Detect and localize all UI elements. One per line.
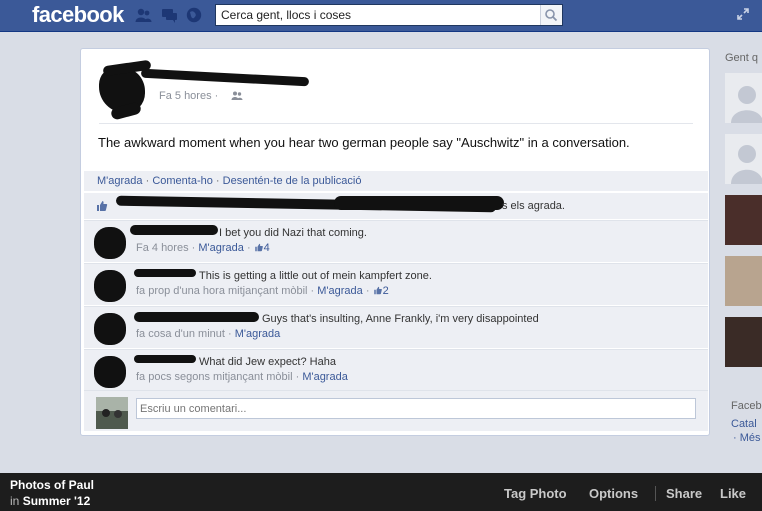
top-bar: facebook (0, 0, 762, 32)
comment-item: What did Jew expect? Haha fa pocs segons… (84, 350, 708, 391)
sidebar-language-link[interactable]: Catal (731, 418, 757, 430)
comment-timestamp[interactable]: fa cosa d'un minut (136, 328, 225, 340)
comment-item: Guys that's insulting, Anne Frankly, i'm… (84, 307, 708, 348)
comment-text: I bet you did Nazi that coming. (219, 227, 367, 239)
unfollow-post-link[interactable]: Desentén-te de la publicació (223, 175, 362, 187)
comment-post-link[interactable]: Comenta-ho (152, 175, 213, 187)
sidebar-avatar[interactable] (725, 134, 762, 184)
commenter-avatar[interactable] (94, 227, 126, 259)
like-thumb-icon (254, 243, 263, 252)
like-post-link[interactable]: M'agrada (97, 175, 143, 187)
like-thumb-icon (97, 201, 108, 211)
expand-icon[interactable] (736, 7, 750, 21)
commenter-name-redacted (134, 269, 196, 277)
comment-text: What did Jew expect? Haha (199, 356, 336, 368)
commenter-avatar[interactable] (94, 356, 126, 388)
post-timestamp[interactable]: Fa 5 hores · (159, 90, 218, 102)
likes-summary: s els agrada. (84, 193, 708, 219)
comment-text: Guys that's insulting, Anne Frankly, i'm… (262, 313, 539, 325)
photo-viewer-bar: Photos of Paul in Summer '12 Tag Photo O… (0, 473, 762, 511)
search-icon (545, 9, 558, 22)
sidebar-photo[interactable] (725, 195, 762, 245)
comment-like-link[interactable]: M'agrada (235, 328, 281, 340)
author-name-redacted (140, 68, 310, 87)
comment-like-link[interactable]: M'agrada (302, 371, 348, 383)
write-comment-row (84, 391, 708, 431)
comment-like-link[interactable]: M'agrada (198, 242, 244, 254)
friend-requests-icon[interactable] (135, 7, 152, 23)
notifications-icon[interactable] (186, 7, 203, 23)
commenter-name-redacted (134, 312, 259, 322)
post-actions-bar: M'agrada · Comenta-ho · Desentén-te de l… (84, 171, 708, 191)
redaction-mark (334, 196, 504, 210)
sidebar-photo[interactable] (725, 256, 762, 306)
comment-timestamp[interactable]: Fa 4 hores (136, 242, 189, 254)
sidebar-footer-title: Faceb (731, 400, 762, 412)
search-box (215, 4, 563, 26)
like-photo-button[interactable]: Like (720, 486, 746, 501)
comment-item: This is getting a little out of mein kam… (84, 264, 708, 305)
divider (655, 486, 656, 501)
comment-item: I bet you did Nazi that coming. Fa 4 hor… (84, 221, 708, 262)
comment-like-count[interactable]: 2 (373, 285, 389, 297)
photo-owner-title[interactable]: Photos of Paul (10, 478, 94, 492)
comment-timestamp[interactable]: fa prop d'una hora mitjançant mòbil (136, 285, 307, 297)
post-card: Fa 5 hores · The awkward moment when you… (80, 48, 710, 436)
current-user-avatar[interactable] (96, 397, 128, 429)
post-message: The awkward moment when you hear two ger… (98, 135, 630, 150)
search-button[interactable] (540, 5, 562, 25)
album-link[interactable]: Summer '12 (23, 494, 91, 508)
commenter-name-redacted (130, 225, 218, 235)
sidebar-photo[interactable] (725, 317, 762, 367)
commenter-name-redacted (134, 355, 196, 363)
options-button[interactable]: Options (589, 486, 638, 501)
comment-like-count[interactable]: 4 (254, 242, 270, 254)
comment-input[interactable] (136, 398, 696, 419)
comment-timestamp[interactable]: fa pocs segons mitjançant mòbil (136, 371, 293, 383)
like-thumb-icon (373, 286, 382, 295)
facebook-logo[interactable]: facebook (32, 2, 124, 28)
sidebar-title: Gent q (725, 52, 759, 64)
album-line: in Summer '12 (10, 494, 91, 508)
comment-like-link[interactable]: M'agrada (317, 285, 363, 297)
comment-text: This is getting a little out of mein kam… (199, 270, 432, 282)
messages-icon[interactable] (161, 7, 178, 23)
likes-suffix: s els agrada. (502, 200, 565, 212)
share-button[interactable]: Share (666, 486, 702, 501)
commenter-avatar[interactable] (94, 313, 126, 345)
divider (99, 123, 693, 124)
sidebar-more-link[interactable]: · Més (733, 432, 761, 444)
search-input[interactable] (216, 5, 536, 25)
sidebar-avatar[interactable] (725, 73, 762, 123)
commenter-avatar[interactable] (94, 270, 126, 302)
tag-photo-button[interactable]: Tag Photo (504, 486, 567, 501)
audience-friends-icon[interactable] (231, 90, 243, 102)
